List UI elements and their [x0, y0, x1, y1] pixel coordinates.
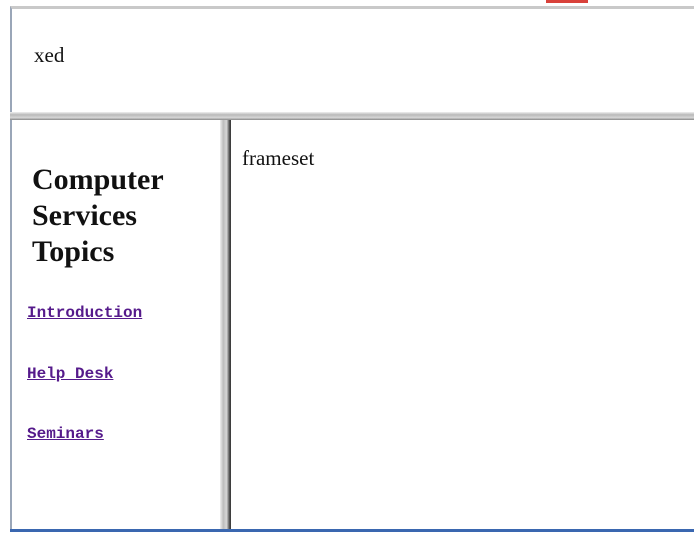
main-content-frame: frameset	[231, 120, 694, 529]
vertical-frame-divider[interactable]	[220, 120, 231, 529]
window-bottom-border	[10, 529, 694, 532]
nav-link-help-desk[interactable]: Help Desk	[27, 365, 113, 383]
top-accent-mark	[546, 0, 588, 3]
horizontal-frame-divider[interactable]	[10, 112, 694, 120]
top-frame: xed	[10, 6, 694, 115]
top-frame-text: xed	[34, 43, 65, 67]
main-content-text: frameset	[242, 146, 315, 170]
nav-link-seminars[interactable]: Seminars	[27, 425, 104, 443]
nav-link-introduction[interactable]: Introduction	[27, 304, 142, 322]
left-nav-frame: Computer Services Topics Introduction He…	[10, 120, 220, 529]
nav-heading: Computer Services Topics	[32, 163, 164, 268]
